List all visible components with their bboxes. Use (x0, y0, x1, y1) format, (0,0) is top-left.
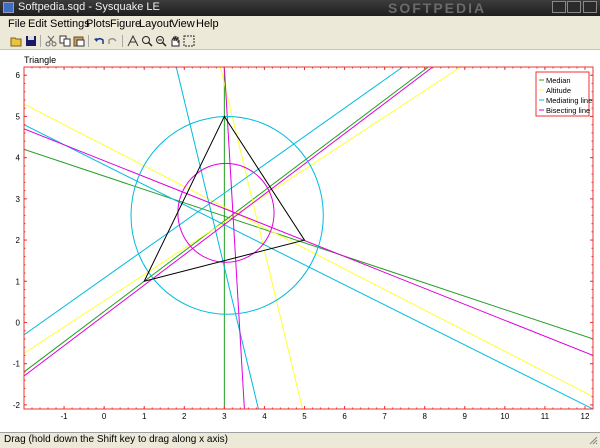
app-icon[interactable] (3, 2, 14, 13)
paste-icon[interactable] (72, 34, 86, 48)
title-bar: Softpedia.sqd - Sysquake LE SOFTPEDIA (0, 0, 600, 16)
triangle-plot[interactable]: -1 0 1 2 3 4 5 6 7 8 9 10 11 12-2-10123456MedianAltit… (0, 50, 600, 432)
zoom-in-icon[interactable] (140, 34, 154, 48)
cut-icon[interactable] (44, 34, 58, 48)
x-tick-label: 0 (102, 412, 107, 421)
close-button[interactable] (583, 1, 597, 13)
series-line-altitude (24, 103, 593, 398)
incircle (177, 162, 275, 263)
toolbar (0, 33, 600, 50)
series-line-mediating-line (24, 67, 403, 336)
legend-label: Altitude (546, 86, 571, 95)
y-tick-label: -1 (13, 360, 21, 369)
menu-view[interactable]: View (171, 18, 195, 30)
series-line-bisecting-line (24, 67, 434, 377)
x-tick-label: 1 (142, 412, 147, 421)
x-tick-label: 2 (182, 412, 187, 421)
drag-icon[interactable] (126, 34, 140, 48)
y-tick-label: 2 (16, 236, 21, 245)
y-tick-label: 6 (16, 71, 21, 80)
y-tick-label: 5 (16, 112, 21, 121)
series-line-median (24, 67, 429, 373)
menu-edit[interactable]: Edit (28, 18, 47, 30)
x-tick-label: 4 (262, 412, 267, 421)
menu-figure[interactable]: Figure (110, 18, 141, 30)
status-text: Drag (hold down the Shift key to drag al… (4, 434, 229, 445)
x-tick-label: -1 (61, 412, 69, 421)
plot-frame (23, 66, 594, 410)
toolbar-separator (40, 35, 41, 47)
select-icon[interactable] (182, 34, 196, 48)
x-tick-label: 12 (581, 412, 590, 421)
x-tick-label: 3 (222, 412, 227, 421)
x-tick-label: 8 (422, 412, 427, 421)
resize-grip-icon[interactable] (589, 436, 598, 445)
y-tick-label: 3 (16, 195, 21, 204)
x-tick-label: 6 (342, 412, 347, 421)
menu-layout[interactable]: Layout (139, 18, 172, 30)
plot-content (24, 67, 593, 409)
undo-icon[interactable] (92, 34, 106, 48)
save-icon[interactable] (24, 34, 38, 48)
status-bar: Drag (hold down the Shift key to drag al… (0, 432, 600, 448)
pan-icon[interactable] (168, 34, 182, 48)
toolbar-separator (88, 35, 89, 47)
y-tick-label: -2 (13, 401, 21, 410)
x-tick-label: 9 (463, 412, 468, 421)
open-icon[interactable] (9, 34, 23, 48)
y-tick-label: 4 (16, 154, 21, 163)
plot-area[interactable]: Triangle -1 0 1 2 3 4 5 6 7 8 9 10 11 12 -2 -1 0 1 2 3 4 5 6 Me… (0, 50, 600, 432)
redo-icon[interactable] (106, 34, 120, 48)
x-tick-label: 5 (302, 412, 307, 421)
minimize-button[interactable] (552, 1, 566, 13)
series-line-median (24, 148, 593, 340)
menu-bar: File Edit Settings Plots Figure Layout V… (0, 16, 600, 33)
zoom-out-icon[interactable] (154, 34, 168, 48)
menu-help[interactable]: Help (196, 18, 219, 30)
x-tick-label: 11 (541, 412, 550, 421)
legend-label: Bisecting line (546, 106, 590, 115)
menu-settings[interactable]: Settings (50, 18, 90, 30)
y-tick-label: 0 (16, 318, 21, 327)
window-title: Softpedia.sqd - Sysquake LE (18, 1, 160, 13)
x-tick-label: 10 (500, 412, 509, 421)
legend-label: Median (546, 76, 571, 85)
menu-plots[interactable]: Plots (86, 18, 110, 30)
circumcircle (130, 115, 324, 315)
legend-label: Mediating line (546, 96, 592, 105)
watermark: SOFTPEDIA (388, 0, 487, 16)
series-line-bisecting-line (223, 67, 245, 409)
menu-file[interactable]: File (8, 18, 26, 30)
x-tick-label: 7 (382, 412, 387, 421)
copy-icon[interactable] (58, 34, 72, 48)
toolbar-separator (122, 35, 123, 47)
y-tick-label: 1 (16, 277, 21, 286)
maximize-button[interactable] (567, 1, 581, 13)
